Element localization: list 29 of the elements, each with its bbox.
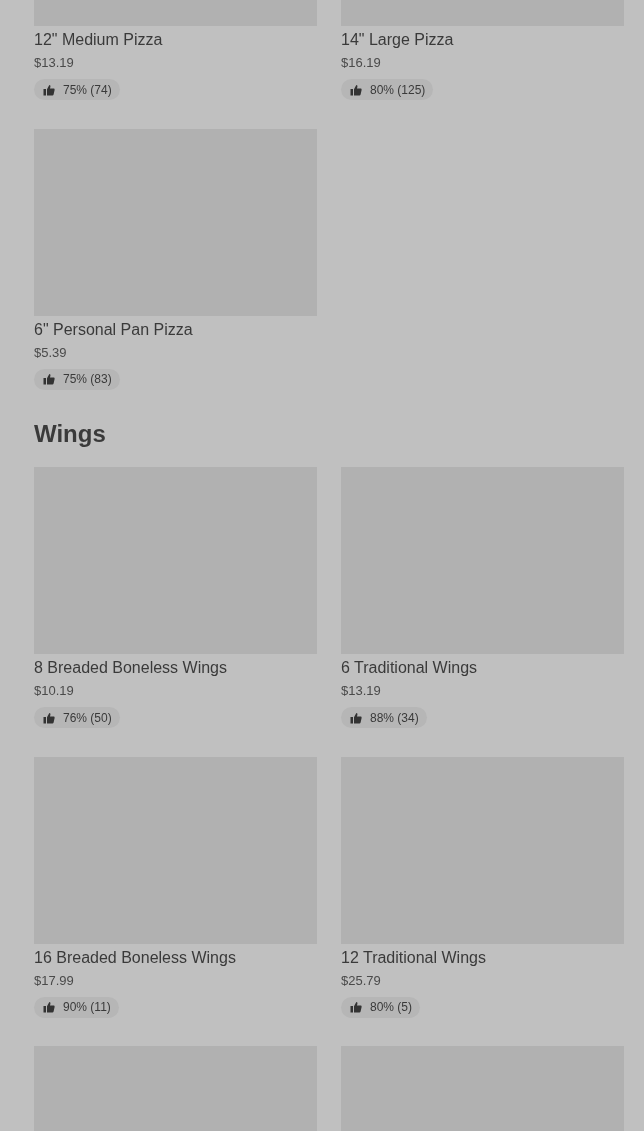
thumbs-up-icon	[350, 1001, 362, 1013]
thumbs-up-icon	[43, 83, 55, 96]
item-price: $13.19	[34, 55, 75, 71]
item-price: $5.39	[34, 344, 68, 361]
section-heading: Wings	[34, 419, 107, 449]
item-price: $25.79	[341, 972, 382, 989]
item-name[interactable]: 6" Personal Pan Pizza	[34, 321, 317, 338]
item-price: $10.19	[34, 683, 75, 699]
item-name[interactable]: 12 Traditional Wings	[341, 949, 624, 966]
item-name[interactable]: 16 Breaded Boneless Wings	[34, 949, 317, 966]
thumbs-up-icon	[43, 711, 55, 724]
rating-text: 80% (5)	[370, 999, 413, 1016]
item-name[interactable]: 8 Breaded Boneless Wings	[34, 660, 317, 676]
item-name[interactable]: 6 Traditional Wings	[341, 660, 624, 676]
rating-text: 75% (74)	[63, 81, 112, 99]
item-name[interactable]: 12" Medium Pizza	[34, 32, 317, 48]
item-price: $13.19	[341, 683, 382, 699]
item-price: $17.99	[34, 972, 75, 989]
rating-text: 88% (34)	[370, 709, 419, 727]
item-price: $16.19	[341, 55, 382, 71]
thumbs-up-icon	[350, 83, 362, 96]
rating-text: 76% (50)	[63, 709, 112, 727]
item-name[interactable]: 14" Large Pizza	[341, 32, 624, 48]
rating-text: 75% (83)	[63, 371, 112, 388]
thumbs-up-icon	[350, 711, 362, 724]
thumbs-up-icon	[43, 1001, 55, 1013]
rating-text: 80% (125)	[370, 81, 426, 99]
rating-text: 90% (11)	[63, 999, 111, 1016]
thumbs-up-icon	[43, 373, 55, 385]
